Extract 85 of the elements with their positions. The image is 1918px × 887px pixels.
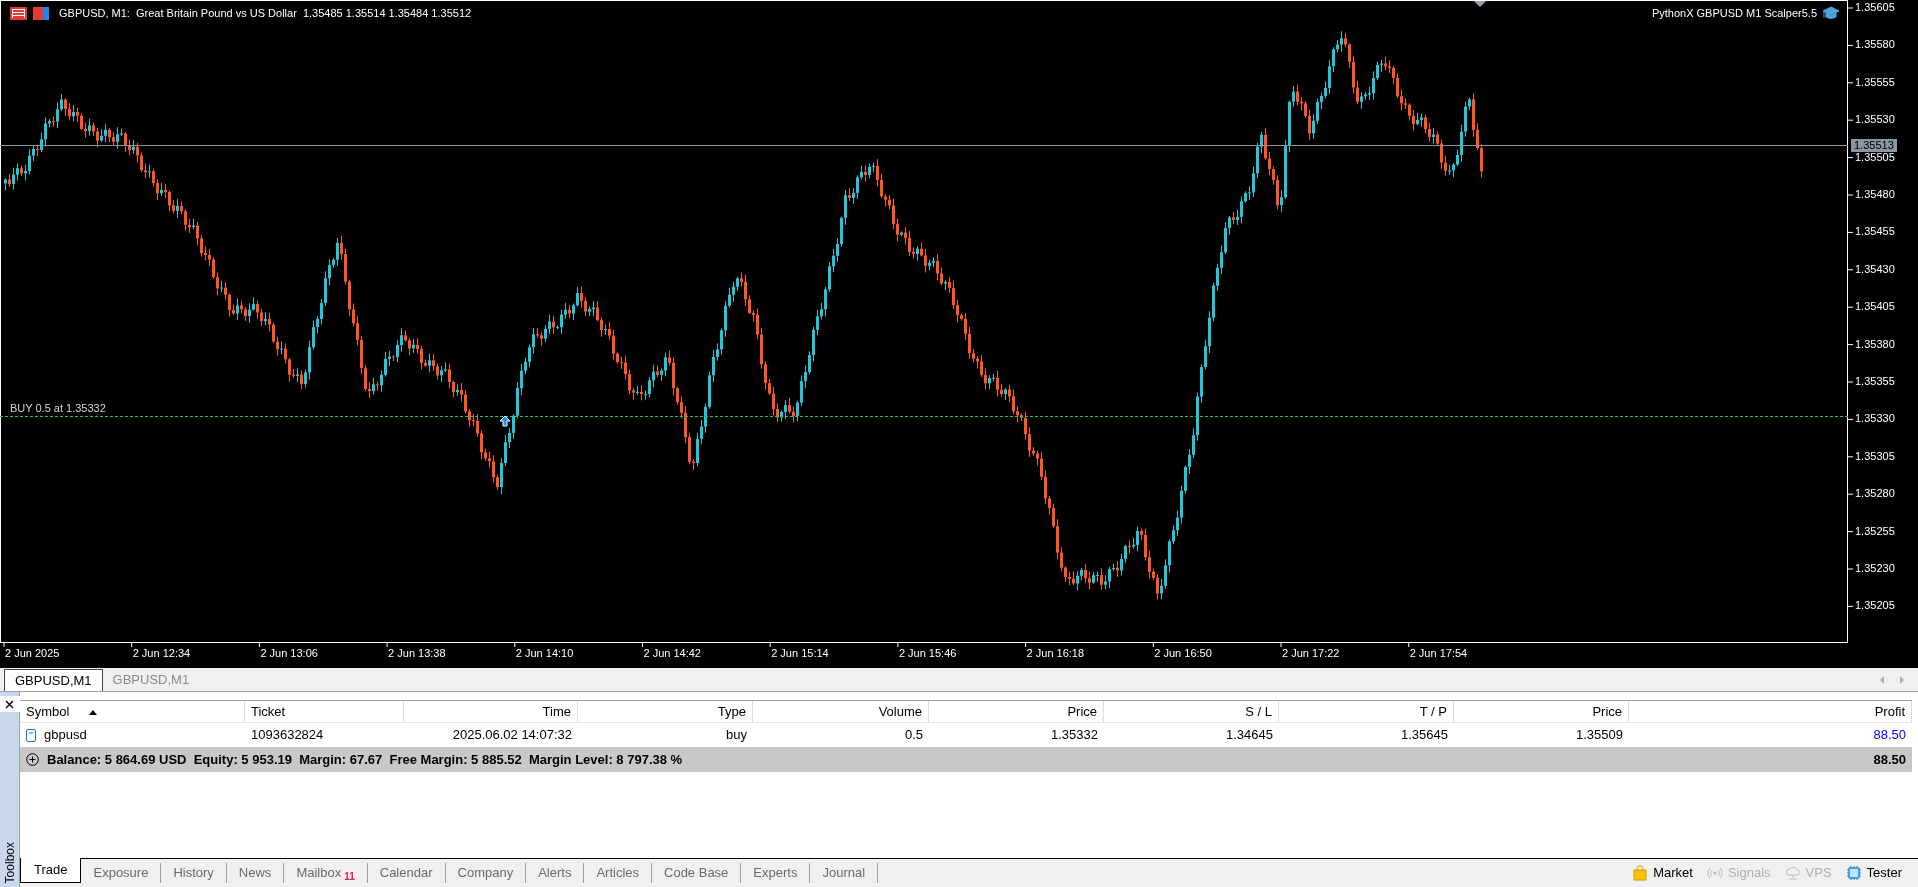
column-header-label: Type: [717, 703, 746, 722]
price-tick-label: 1.35280: [1855, 488, 1895, 500]
time-tick-label: 2 Jun 14:10: [515, 648, 574, 659]
panel-tab[interactable]: Code Base: [652, 863, 742, 883]
trade-level-label: BUY 0.5 at 1.35332: [10, 403, 106, 414]
panel-tab[interactable]: Articles: [584, 863, 652, 883]
table-cell-text: 88.50: [1873, 726, 1906, 745]
chip-icon: [1845, 865, 1862, 881]
shopping-bag-icon: [1632, 865, 1649, 881]
price-tick-label: 1.35405: [1855, 301, 1895, 313]
price-tick-label: 1.35580: [1855, 39, 1895, 51]
close-icon: [5, 699, 14, 709]
table-cell-text: 0.5: [904, 726, 923, 745]
price-tick-label: 1.35430: [1855, 263, 1895, 275]
unread-count: 11: [344, 869, 355, 884]
panel-tab[interactable]: Calendar: [367, 863, 446, 883]
column-header-label: Ticket: [251, 703, 286, 722]
panel-tab[interactable]: Experts: [741, 863, 811, 883]
table-cell-text: 1.35332: [1051, 726, 1098, 745]
chart-window-icon: [33, 7, 49, 20]
time-tick-label: 2 Jun 15:46: [898, 648, 957, 659]
price-tick-label: 1.35205: [1855, 600, 1895, 612]
toolbox-label: Toolbox: [2, 841, 17, 883]
toolbar-link[interactable]: Tester: [1845, 863, 1902, 883]
price-tick-label: 1.35455: [1855, 226, 1895, 238]
price-tick-label: 1.35555: [1855, 76, 1895, 88]
time-tick-label: 2 Jun 12:34: [132, 648, 191, 659]
price-tick-label: 1.35255: [1855, 525, 1895, 537]
time-tick-label: 2 Jun 13:38: [388, 648, 446, 659]
time-tick-label: 2 Jun 2025: [5, 648, 60, 659]
chart-tab[interactable]: GBPUSD,M1: [4, 669, 103, 691]
price-tick-label: 1.35305: [1855, 450, 1895, 462]
table-icon: [10, 7, 27, 20]
time-tick-label: 2 Jun 14:42: [643, 648, 701, 659]
price-tick-label: 1.35355: [1855, 376, 1895, 387]
panel-tab[interactable]: News: [226, 863, 285, 883]
column-header-label: Time: [542, 703, 571, 722]
close-button[interactable]: [0, 696, 20, 712]
panel-tab[interactable]: Alerts: [526, 863, 585, 883]
time-tick-label: 2 Jun 16:50: [1154, 648, 1212, 659]
column-header-label: Price: [1592, 703, 1622, 722]
chart-title: GBPUSD, M1: Great Britain Pound vs US Dollar 1.35485 1.35514 1.35484 1.35512: [59, 8, 472, 19]
price-tick-label: 1.35530: [1855, 114, 1895, 126]
panel-tab[interactable]: Mailbox 11: [284, 863, 368, 883]
table-cell-text: 1.35509: [1576, 726, 1623, 745]
price-tick-label: 1.35380: [1855, 338, 1895, 350]
table-cell-text: 1.35645: [1401, 726, 1448, 745]
column-header-label: Volume: [878, 703, 922, 722]
price-tick-label: 1.35230: [1855, 563, 1895, 574]
table-cell-text: 2025.06.02 14:07:32: [452, 726, 572, 745]
column-header-label: T / P: [1419, 703, 1447, 722]
column-header-label: S / L: [1245, 703, 1272, 722]
price-tick-label: 1.35505: [1855, 151, 1895, 163]
price-tick-label: 1.35480: [1855, 189, 1895, 200]
graduation-cap-icon[interactable]: [1822, 6, 1840, 20]
table-cell-text: buy: [726, 726, 747, 745]
table-cell-text: gbpusd: [44, 726, 87, 745]
toolbar-link[interactable]: Market: [1632, 863, 1693, 883]
panel-tab[interactable]: Journal: [810, 863, 879, 883]
expand-icon[interactable]: [26, 753, 39, 766]
column-header-label: Profit: [1874, 703, 1905, 722]
table-cell-text: 1.34645: [1226, 726, 1273, 745]
total-profit: 88.50: [1873, 750, 1906, 769]
time-tick-label: 2 Jun 13:06: [260, 648, 318, 659]
chart-shift-icon[interactable]: [1474, 1, 1486, 7]
time-tick-label: 2 Jun 17:54: [1409, 648, 1468, 659]
panel-tab[interactable]: Exposure: [81, 863, 162, 883]
account-summary: Balance: 5 864.69 USD Equity: 5 953.19 Margin: 67.67 Free Margin: 5 885.52 Margin Level: 8 797.38 %: [47, 750, 683, 769]
panel-tab[interactable]: Company: [445, 863, 527, 883]
time-tick-label: 2 Jun 15:14: [771, 648, 829, 659]
buy-arrow-icon: [499, 415, 511, 427]
bid-price-label: 1.35513: [1851, 139, 1897, 152]
expert-name: PythonX GBPUSD M1 Scalper5.5: [1651, 7, 1817, 19]
column-header-label: Price: [1067, 703, 1097, 722]
time-tick-label: 2 Jun 17:22: [1282, 648, 1340, 659]
panel-tab[interactable]: History: [161, 863, 227, 883]
price-tick-label: 1.35605: [1855, 2, 1895, 13]
time-tick-label: 2 Jun 16:18: [1026, 648, 1085, 659]
table-cell-text: 1093632824: [251, 726, 324, 745]
broadcast-icon: [1706, 865, 1723, 881]
price-tick-label: 1.35330: [1855, 413, 1895, 425]
cloud-icon: [1784, 865, 1801, 881]
panel-tab[interactable]: Trade: [20, 858, 82, 883]
column-header-label: Symbol: [26, 703, 70, 722]
document-icon: [26, 728, 36, 742]
